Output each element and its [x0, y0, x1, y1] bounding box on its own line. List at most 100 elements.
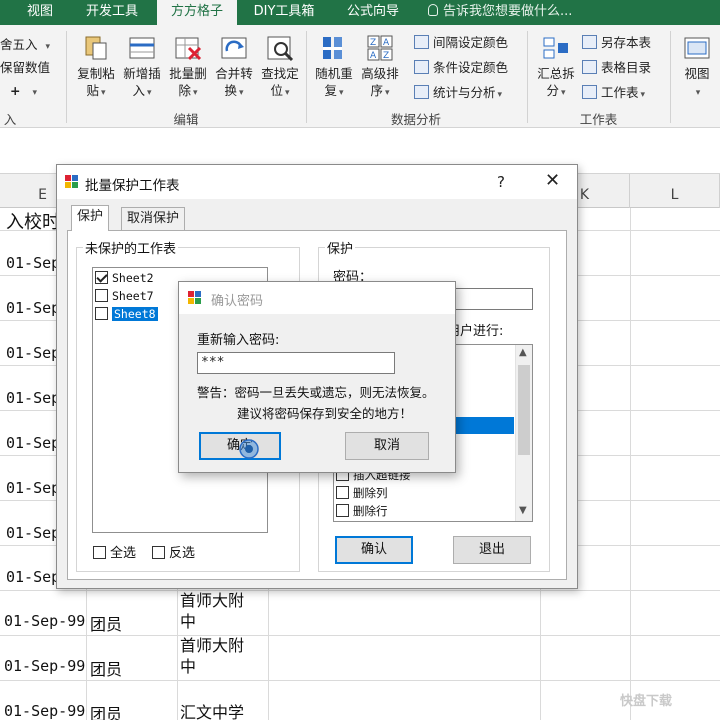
- permissions-scrollbar[interactable]: ▲ ▼: [515, 345, 532, 521]
- tab-fangfang[interactable]: 方方格子: [157, 0, 237, 25]
- list-item-sheet7[interactable]: Sheet7: [95, 288, 154, 305]
- batch-delete-button[interactable]: 批量删除 ▾: [164, 33, 212, 102]
- sheet8-checkbox[interactable]: [95, 307, 108, 320]
- confirm-button[interactable]: 确认: [335, 536, 413, 564]
- merge-convert-label-1: 合并转: [215, 66, 253, 81]
- worksheet-icon: [582, 85, 597, 99]
- sheet-index-button[interactable]: 表格目录: [582, 58, 651, 78]
- statistics-button[interactable]: 统计与分析 ▾: [414, 83, 502, 103]
- merge-convert-button[interactable]: 合并转换 ▾: [210, 33, 258, 102]
- close-icon[interactable]: ✕: [545, 170, 560, 191]
- list-item-sheet2[interactable]: Sheet2: [95, 270, 154, 287]
- protect-label: 保护: [325, 238, 356, 257]
- cell-date[interactable]: 01-Sep: [6, 434, 60, 452]
- tab-view[interactable]: 视图: [14, 0, 66, 25]
- cell-date[interactable]: 01-Sep-99: [4, 657, 85, 675]
- advanced-sort-button[interactable]: ZAAZ 高级排序 ▾: [356, 33, 404, 102]
- cell-date[interactable]: 01-Sep: [6, 254, 60, 272]
- cell-date[interactable]: 01-Sep: [6, 344, 60, 362]
- scroll-down-icon[interactable]: ▼: [519, 505, 527, 516]
- copy-paste-button[interactable]: 复制粘贴 ▾: [72, 33, 120, 102]
- find-locate-button[interactable]: 查找定位 ▾: [256, 33, 304, 102]
- svg-text:A: A: [383, 38, 390, 48]
- interval-color-button[interactable]: 间隔设定颜色: [414, 33, 508, 53]
- permission-delete-rows[interactable]: 删除行: [336, 503, 388, 520]
- cell-school-line: 首师大附: [180, 591, 245, 610]
- permissions-selected-row[interactable]: [452, 417, 514, 434]
- confirm-title: 确认密码: [211, 294, 264, 309]
- worksheet-button[interactable]: 工作表 ▾: [582, 83, 645, 103]
- dialog-title-bar[interactable]: 批量保护工作表 ? ✕: [57, 165, 577, 199]
- delete-rows-checkbox[interactable]: [336, 504, 349, 517]
- copy-paste-label-2: 贴: [86, 83, 99, 98]
- keep-value-button[interactable]: 保留数值: [0, 58, 50, 78]
- copy-paste-icon: [85, 36, 107, 60]
- cell-date[interactable]: 01-Sep: [6, 389, 60, 407]
- summary-split-label-2: 分: [546, 83, 559, 98]
- sheet7-checkbox[interactable]: [95, 289, 108, 302]
- cell-date[interactable]: 01-Sep-99: [4, 702, 85, 720]
- scroll-up-icon[interactable]: ▲: [519, 347, 527, 358]
- plus-button[interactable]: + ▾: [10, 81, 37, 101]
- cell-status[interactable]: 团员: [90, 656, 122, 680]
- cell-school[interactable]: 首师大附中: [180, 590, 244, 632]
- select-all-box[interactable]: [93, 546, 106, 559]
- random-repeat-button[interactable]: 随机重复 ▾: [310, 33, 358, 102]
- list-item-sheet8[interactable]: Sheet8: [95, 306, 158, 323]
- delete-columns-checkbox[interactable]: [336, 486, 349, 499]
- group-label-partial: 入: [3, 112, 17, 127]
- sheet2-checkbox[interactable]: [95, 271, 108, 284]
- summary-split-button[interactable]: 汇总拆分 ▾: [532, 33, 580, 102]
- merge-convert-label-2: 换: [224, 83, 237, 98]
- sheet-index-label: 表格目录: [601, 60, 652, 75]
- tell-me-text: 告诉我您想要做什么...: [443, 4, 573, 19]
- tab-formula-wizard[interactable]: 公式向导: [334, 0, 412, 25]
- view-button[interactable]: 视图 ▾: [676, 33, 718, 102]
- column-header-l[interactable]: L: [630, 174, 720, 208]
- random-label-1: 随机重: [315, 66, 353, 81]
- summary-split-icon: [543, 37, 568, 59]
- cell-date[interactable]: 01-Sep: [6, 299, 60, 317]
- cell-date[interactable]: 01-Sep: [6, 479, 60, 497]
- cell-status[interactable]: 团员: [90, 611, 122, 635]
- condition-color-button[interactable]: 条件设定颜色: [414, 58, 508, 78]
- sheet2-label: Sheet2: [112, 271, 154, 285]
- cell-status[interactable]: 团员: [90, 701, 122, 720]
- tell-me-search[interactable]: 告诉我您想要做什么...: [428, 0, 572, 25]
- reenter-password-label: 重新输入密码:: [197, 333, 280, 348]
- svg-text:Z: Z: [383, 51, 389, 61]
- confirm-title-bar[interactable]: 确认密码: [179, 282, 455, 314]
- app-icon: [188, 291, 201, 304]
- save-sheet-button[interactable]: 另存本表: [582, 33, 651, 53]
- round-button[interactable]: 舍五入 ▾: [0, 35, 50, 55]
- interval-color-icon: [414, 35, 429, 49]
- permission-delete-columns[interactable]: 删除列: [336, 485, 388, 502]
- cell-school[interactable]: 首师大附中: [180, 635, 244, 677]
- tab-diy-toolbox[interactable]: DIY工具箱: [245, 0, 323, 25]
- reenter-password-input[interactable]: ***: [197, 352, 395, 374]
- cell-header-enrollment[interactable]: 入校时: [6, 208, 60, 234]
- scroll-thumb[interactable]: [518, 365, 530, 455]
- sheet7-label: Sheet7: [112, 289, 154, 303]
- view-icon: [684, 37, 710, 59]
- help-button[interactable]: ?: [497, 173, 505, 191]
- select-all-label: 全选: [110, 546, 137, 561]
- tab-unprotect[interactable]: 取消保护: [121, 207, 186, 231]
- sort-label-1: 高级排: [361, 66, 399, 81]
- tab-protect[interactable]: 保护: [71, 205, 110, 231]
- cancel-button[interactable]: 取消: [345, 432, 429, 460]
- invert-box[interactable]: [152, 546, 165, 559]
- invert-checkbox[interactable]: 反选: [152, 542, 195, 561]
- find-locate-label-1: 查找定: [261, 66, 299, 81]
- keep-value-label: 保留数值: [0, 60, 51, 75]
- exit-button[interactable]: 退出: [453, 536, 531, 564]
- warning-line-1: 警告：密码一旦丢失或遗忘，则无法恢复。: [197, 385, 435, 400]
- cell-date[interactable]: 01-Sep: [6, 568, 60, 586]
- cell-date[interactable]: 01-Sep-99: [4, 612, 85, 630]
- cell-date[interactable]: 01-Sep: [6, 524, 60, 542]
- select-all-checkbox[interactable]: 全选: [93, 542, 136, 561]
- confirm-password-dialog: 确认密码 重新输入密码: *** 警告：密码一旦丢失或遗忘，则无法恢复。 建议将…: [178, 281, 456, 473]
- cell-school[interactable]: 汇文中学: [180, 699, 244, 720]
- insert-button[interactable]: 新增插入 ▾: [118, 33, 166, 102]
- tab-developer[interactable]: 开发工具: [74, 0, 150, 25]
